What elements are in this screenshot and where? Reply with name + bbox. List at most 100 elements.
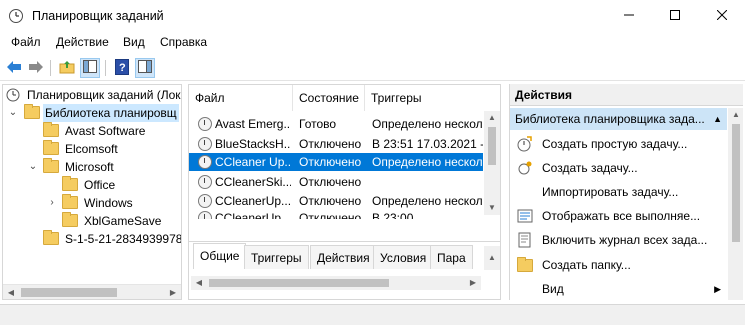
menu-bar: Файл Действие Вид Справка	[0, 32, 745, 54]
column-header-name[interactable]: Файл	[189, 85, 293, 111]
create-task-icon	[517, 160, 533, 176]
up-folder-button[interactable]	[57, 58, 77, 78]
table-row-selected[interactable]: CCleaner Up... Отключено Определено неск…	[189, 153, 483, 171]
create-basic-task-icon	[517, 136, 533, 152]
tree-horizontal-scrollbar[interactable]: ◀ ▶	[3, 284, 181, 299]
table-row[interactable]: CCleanerUp... Отключено В 23:00	[189, 209, 483, 219]
tree-item-microsoft[interactable]: ⌄ Microsoft	[3, 158, 181, 176]
task-trigger: Определено нескол	[372, 117, 483, 131]
task-state: Отключено	[299, 155, 362, 169]
menu-view[interactable]: Вид	[123, 35, 145, 49]
action-create-task[interactable]: Создать задачу...	[510, 156, 727, 180]
task-state: Готово	[299, 117, 337, 131]
scroll-right-icon[interactable]: ▶	[466, 277, 480, 289]
svg-text:?: ?	[119, 62, 126, 74]
show-hide-action-pane-button[interactable]	[135, 58, 155, 78]
scroll-up-icon[interactable]: ▲	[484, 246, 500, 270]
scroll-thumb[interactable]	[209, 279, 389, 287]
actions-vertical-scrollbar[interactable]: ▲	[728, 108, 743, 300]
task-name: BlueStacksH...	[215, 137, 291, 151]
scroll-left-icon[interactable]: ◀	[192, 277, 206, 289]
table-row[interactable]: Avast Emerg... Готово Определено нескол	[189, 115, 483, 133]
action-label: Импортировать задачу...	[542, 185, 679, 199]
scroll-left-icon[interactable]: ◀	[4, 287, 18, 298]
chevron-down-icon[interactable]: ⌄	[27, 158, 39, 176]
forward-button[interactable]	[26, 58, 46, 78]
tree-item-label: Библиотека планировщ	[43, 104, 179, 122]
tree-item-root[interactable]: Планировщик заданий (Лок	[3, 86, 181, 104]
folder-icon	[43, 158, 59, 174]
action-label: Отображать все выполняе...	[542, 209, 701, 223]
column-header-state[interactable]: Состояние	[293, 85, 365, 111]
action-create-basic-task[interactable]: Создать простую задачу...	[510, 132, 727, 156]
tab-parameters[interactable]: Пара	[430, 245, 473, 269]
close-button[interactable]	[699, 0, 745, 32]
task-trigger: Определено нескол	[372, 194, 483, 208]
task-trigger: Определено нескол	[372, 155, 483, 169]
detail-horizontal-scrollbar[interactable]: ◀ ▶	[191, 276, 481, 290]
tree-item-elcomsoft[interactable]: Elcomsoft	[3, 140, 181, 158]
action-label: Создать папку...	[542, 258, 631, 272]
tree-item-sid[interactable]: S-1-5-21-2834939978-	[3, 230, 181, 248]
task-name: CCleanerSki...	[215, 175, 291, 189]
scroll-up-icon[interactable]: ▲	[484, 111, 500, 125]
actions-section-label: Библиотека планировщика зада...	[515, 112, 705, 126]
table-row[interactable]: CCleanerUp... Отключено Определено неско…	[189, 192, 483, 210]
folder-icon	[62, 212, 78, 228]
scroll-down-icon[interactable]: ▼	[484, 201, 500, 215]
chevron-right-icon[interactable]: ›	[46, 194, 58, 212]
tree-item-library[interactable]: ⌄ Библиотека планировщ	[3, 104, 181, 122]
tree-item-windows[interactable]: › Windows	[3, 194, 181, 212]
column-header-triggers[interactable]: Триггеры	[365, 85, 483, 111]
task-clock-icon	[198, 194, 212, 208]
collapse-triangle-icon[interactable]: ▲	[713, 108, 722, 130]
toolbar-separator	[105, 60, 106, 76]
tree-item-office[interactable]: Office	[3, 176, 181, 194]
task-clock-icon	[198, 117, 212, 131]
action-display-running-tasks[interactable]: Отображать все выполняе...	[510, 204, 727, 228]
task-name: Avast Emerg...	[215, 117, 291, 131]
folder-icon	[43, 230, 59, 246]
maximize-button[interactable]	[652, 0, 698, 32]
tab-conditions[interactable]: Условия	[373, 245, 434, 269]
maximize-icon	[670, 9, 680, 23]
task-detail-panel: Общие Триггеры Действия Условия Пара ▲ ◀…	[189, 241, 500, 299]
tab-actions[interactable]: Действия	[310, 245, 377, 269]
scroll-right-icon[interactable]: ▶	[166, 287, 180, 298]
task-clock-icon	[198, 155, 212, 169]
table-row[interactable]: CCleanerSki... Отключено	[189, 173, 483, 191]
action-enable-history[interactable]: Включить журнал всех зада...	[510, 228, 727, 252]
task-clock-icon	[198, 211, 212, 219]
tab-scroll-arrows[interactable]: ▲	[484, 246, 500, 270]
scroll-thumb[interactable]	[21, 288, 117, 297]
task-state: Отключено	[299, 137, 362, 151]
action-view[interactable]: Вид ▶	[510, 277, 727, 300]
table-row[interactable]: BlueStacksH... Отключено В 23:51 17.03.2…	[189, 135, 483, 153]
task-clock-icon	[198, 175, 212, 189]
help-button[interactable]: ?	[112, 58, 132, 78]
task-state: Отключено	[299, 175, 362, 189]
actions-section-header[interactable]: Библиотека планировщика зада... ▲	[510, 108, 727, 130]
tree-item-xblgamesave[interactable]: XblGameSave	[3, 212, 181, 230]
scroll-thumb[interactable]	[488, 127, 496, 165]
toolbar-separator	[50, 60, 51, 76]
chevron-down-icon[interactable]: ⌄	[7, 104, 19, 122]
menu-action[interactable]: Действие	[56, 35, 109, 49]
action-new-folder[interactable]: Создать папку...	[510, 253, 727, 277]
action-import-task[interactable]: Импортировать задачу...	[510, 180, 727, 204]
show-hide-tree-button[interactable]	[80, 58, 100, 78]
menu-file[interactable]: Файл	[11, 35, 41, 49]
menu-help[interactable]: Справка	[160, 35, 207, 49]
back-button[interactable]	[4, 58, 24, 78]
actions-header: Действия	[510, 84, 743, 106]
scroll-thumb[interactable]	[732, 124, 740, 242]
close-icon	[716, 9, 728, 23]
minimize-button[interactable]	[606, 0, 652, 32]
tree-item-label: XblGameSave	[84, 214, 162, 228]
actions-pane: Действия Библиотека планировщика зада...…	[509, 84, 743, 300]
tab-general[interactable]: Общие	[193, 243, 247, 269]
task-list-vertical-scrollbar[interactable]: ▲ ▼	[484, 111, 500, 215]
tab-triggers[interactable]: Триггеры	[244, 245, 309, 269]
tree-item-avast[interactable]: Avast Software	[3, 122, 181, 140]
scroll-up-icon[interactable]: ▲	[728, 108, 743, 122]
